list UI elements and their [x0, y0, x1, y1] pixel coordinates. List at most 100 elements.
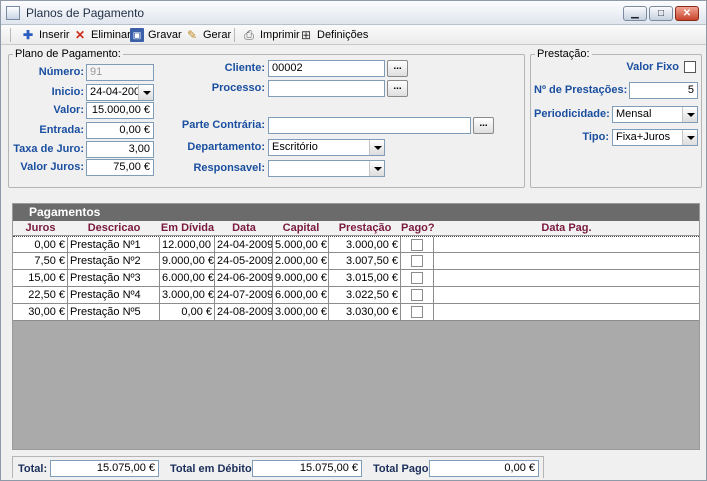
cell-em-divida[interactable]: 3.000,00 €: [160, 287, 215, 303]
header-juros[interactable]: Juros: [13, 221, 68, 236]
cell-juros[interactable]: 0,00 €: [13, 237, 68, 253]
cell-capital[interactable]: 2.000,00 €: [273, 253, 329, 269]
cell-em-divida[interactable]: 6.000,00 €: [160, 270, 215, 286]
pago-checkbox[interactable]: [411, 289, 423, 301]
cell-capital[interactable]: 3.000,00 €: [273, 304, 329, 320]
periodicidade-select[interactable]: Mensal: [612, 106, 698, 123]
definicoes-button[interactable]: ⊞ Definições: [299, 27, 368, 43]
departamento-value: Escritório: [272, 141, 318, 153]
chevron-down-icon[interactable]: [138, 85, 153, 100]
cell-descricao[interactable]: Prestação Nº1: [68, 237, 160, 253]
pago-checkbox[interactable]: [411, 239, 423, 251]
cell-data-pag[interactable]: [434, 253, 699, 269]
header-descricao[interactable]: Descricao: [68, 221, 160, 236]
chevron-down-icon[interactable]: [369, 140, 384, 155]
numero-field[interactable]: 91: [86, 64, 154, 81]
table-row[interactable]: 0,00 € Prestação Nº1 12.000,00 €24-04-2009…: [13, 236, 699, 253]
magic-wand-icon: ✎: [186, 28, 198, 42]
cell-prestacao[interactable]: 3.007,50 €: [329, 253, 401, 269]
cell-data-pag[interactable]: [434, 270, 699, 286]
cell-descricao[interactable]: Prestação Nº4: [68, 287, 160, 303]
cell-descricao[interactable]: Prestação Nº2: [68, 253, 160, 269]
imprimir-button[interactable]: ⎙ Imprimir: [242, 27, 300, 43]
tipo-select[interactable]: Fixa+Juros: [612, 129, 698, 146]
cell-prestacao[interactable]: 3.022,50 €: [329, 287, 401, 303]
cell-descricao[interactable]: Prestação Nº3: [68, 270, 160, 286]
cell-prestacao[interactable]: 3.015,00 €: [329, 270, 401, 286]
responsavel-label: Responsavel:: [193, 162, 265, 174]
cell-prestacao[interactable]: 3.030,00 €: [329, 304, 401, 320]
cell-data[interactable]: 24-06-2009: [215, 270, 273, 286]
cell-capital[interactable]: 5.000,00 €: [273, 237, 329, 253]
entrada-field[interactable]: 0,00 €: [86, 122, 154, 139]
cell-prestacao[interactable]: 3.000,00 €: [329, 237, 401, 253]
valor-juros-field[interactable]: 75,00 €: [86, 159, 154, 176]
parte-field[interactable]: [268, 117, 471, 134]
cell-em-divida[interactable]: 0,00 €: [160, 304, 215, 320]
responsavel-select[interactable]: [268, 160, 385, 177]
table-row[interactable]: 7,50 € Prestação Nº2 9.000,00 €24-05-2009 2…: [13, 253, 699, 270]
header-prestacao[interactable]: Prestação: [329, 221, 401, 236]
cell-juros[interactable]: 7,50 €: [13, 253, 68, 269]
cell-data[interactable]: 24-04-2009: [215, 237, 273, 253]
processo-browse-button[interactable]: ...: [387, 80, 408, 97]
total-field[interactable]: 15.075,00 €: [50, 460, 159, 477]
pago-checkbox[interactable]: [411, 255, 423, 267]
cell-capital[interactable]: 9.000,00 €: [273, 270, 329, 286]
eliminar-button[interactable]: ✕ Eliminar: [73, 27, 131, 43]
cell-data-pag[interactable]: [434, 304, 699, 320]
cell-pago: [401, 304, 434, 320]
valor-field[interactable]: 15.000,00 €: [86, 102, 154, 119]
chevron-down-icon[interactable]: [682, 130, 697, 145]
delete-x-icon: ✕: [74, 28, 86, 42]
cliente-browse-button[interactable]: ...: [387, 60, 408, 77]
header-em-divida[interactable]: Em Dívida: [160, 221, 215, 236]
pago-total-field[interactable]: 0,00 €: [429, 460, 539, 477]
toolbar-separator: [234, 28, 235, 42]
table-row[interactable]: 15,00 € Prestação Nº3 6.000,00 €24-06-2009…: [13, 270, 699, 287]
valor-fixo-checkbox[interactable]: [684, 61, 696, 73]
pago-checkbox[interactable]: [411, 306, 423, 318]
header-capital[interactable]: Capital: [273, 221, 329, 236]
num-prestacoes-field[interactable]: 5: [629, 82, 698, 99]
table-row[interactable]: 22,50 € Prestação Nº4 3.000,00 €24-07-2009…: [13, 287, 699, 304]
gerar-button[interactable]: ✎ Gerar: [185, 27, 231, 43]
departamento-select[interactable]: Escritório: [268, 139, 385, 156]
header-pago[interactable]: Pago?: [401, 221, 435, 236]
cell-em-divida[interactable]: 12.000,00 €: [160, 237, 215, 253]
definicoes-label: Definições: [317, 29, 369, 41]
cell-juros[interactable]: 22,50 €: [13, 287, 68, 303]
cell-em-divida[interactable]: 9.000,00 €: [160, 253, 215, 269]
parte-browse-button[interactable]: ...: [473, 117, 494, 134]
toolbar-grip: [10, 28, 11, 42]
close-button[interactable]: ✕: [675, 6, 699, 21]
cell-data-pag[interactable]: [434, 237, 699, 253]
cell-capital[interactable]: 6.000,00 €: [273, 287, 329, 303]
cell-data[interactable]: 24-07-2009: [215, 287, 273, 303]
gravar-button[interactable]: ▣ Gravar: [130, 27, 182, 43]
cell-data[interactable]: 24-08-2009: [215, 304, 273, 320]
cell-pago: [401, 253, 434, 269]
minimize-button[interactable]: ▁: [623, 6, 647, 21]
cell-data-pag[interactable]: [434, 287, 699, 303]
maximize-button[interactable]: □: [649, 6, 673, 21]
inserir-button[interactable]: ✚ Inserir: [21, 27, 70, 43]
cell-data[interactable]: 24-05-2009: [215, 253, 273, 269]
cell-juros[interactable]: 15,00 €: [13, 270, 68, 286]
cell-pago: [401, 287, 434, 303]
pago-checkbox[interactable]: [411, 272, 423, 284]
chevron-down-icon[interactable]: [682, 107, 697, 122]
window-title: Planos de Pagamento: [26, 6, 145, 20]
departamento-label: Departamento:: [187, 141, 265, 153]
inicio-datepicker[interactable]: 24-04-2009: [86, 84, 154, 101]
taxa-field[interactable]: 3,00: [86, 141, 154, 158]
header-data-pag[interactable]: Data Pag.: [434, 221, 699, 236]
table-row[interactable]: 30,00 € Prestação Nº5 0,00 €24-08-2009 3.00…: [13, 304, 699, 321]
processo-field[interactable]: [268, 80, 385, 97]
header-data[interactable]: Data: [215, 221, 273, 236]
debito-field[interactable]: 15.075,00 €: [252, 460, 362, 477]
cell-descricao[interactable]: Prestação Nº5: [68, 304, 160, 320]
chevron-down-icon[interactable]: [369, 161, 384, 176]
cell-juros[interactable]: 30,00 €: [13, 304, 68, 320]
cliente-field[interactable]: 00002: [268, 60, 385, 77]
